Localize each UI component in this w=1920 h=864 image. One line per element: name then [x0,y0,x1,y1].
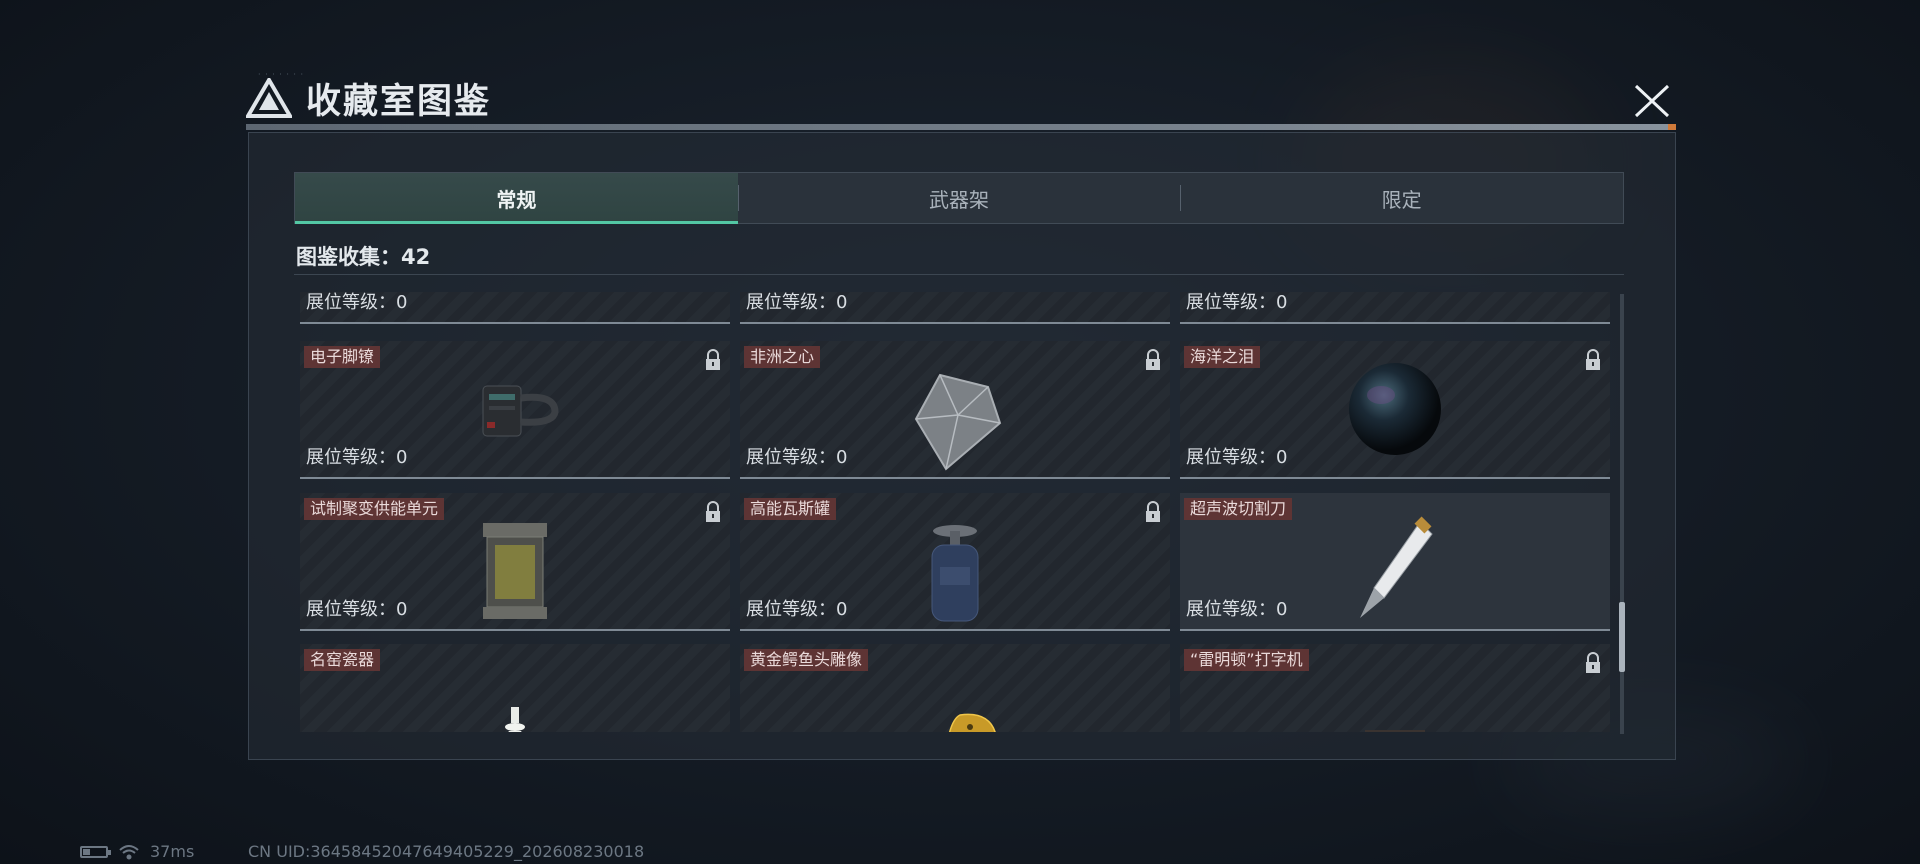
display-level: 展位等级：0 [746,599,848,620]
lock-icon [706,349,720,370]
scrollbar-thumb[interactable] [1619,602,1625,672]
lock-icon [1586,652,1600,673]
status-bar: 37ms [80,842,194,861]
tab-limited[interactable]: 限定 [1180,173,1623,223]
item-card-golden-crocodile[interactable]: 黄金鳄鱼头雕像 [740,644,1170,732]
close-icon[interactable] [1630,82,1674,120]
lock-icon [706,501,720,522]
lock-icon [1146,349,1160,370]
header-divider [246,124,1676,130]
collection-number: 42 [401,245,431,269]
porcelain-vase-icon [505,706,525,732]
item-name: 非洲之心 [744,346,821,368]
lock-icon [1586,349,1600,370]
item-card-fusion-cell[interactable]: 试制聚变供能单元 展位等级：0 [300,493,730,631]
lock-icon [1146,501,1160,522]
item-name: “雷明顿”打字机 [1184,649,1309,671]
item-card-heart-of-africa[interactable]: 非洲之心 展位等级：0 [740,341,1170,479]
item-card-gas-canister[interactable]: 高能瓦斯罐 展位等级：0 [740,493,1170,631]
triangle-logo-icon [246,78,292,118]
window-title-bar: 收藏室图鉴 [246,76,491,122]
item-name: 电子脚镣 [304,346,381,368]
item-name: 试制聚变供能单元 [304,498,445,520]
pearl-icon [1349,363,1441,455]
tab-regular[interactable]: 常规 [295,173,738,224]
ping-text: 37ms [150,842,195,861]
page-title: 收藏室图鉴 [306,81,492,122]
item-card-tear-of-ocean[interactable]: 海洋之泪 展位等级：0 [1180,341,1610,479]
ultrasonic-cutter-icon [1360,516,1433,619]
diamond-icon [914,373,1002,471]
gas-canister-icon [931,524,979,622]
item-card[interactable]: 展位等级：0 [740,292,1170,324]
display-level: 展位等级：0 [1186,447,1288,468]
display-level: 展位等级：0 [1186,599,1288,620]
tab-weapon-rack[interactable]: 武器架 [737,173,1181,223]
display-level: 展位等级：0 [746,447,848,468]
item-card-typewriter[interactable]: “雷明顿”打字机 [1180,644,1610,732]
item-card-ultrasonic-cutter[interactable]: 超声波切割刀 展位等级：0 [1180,493,1610,631]
fusion-cell-icon [483,522,547,619]
item-card[interactable]: 展位等级：0 [300,292,730,324]
item-name: 海洋之泪 [1184,346,1261,368]
display-level: 展位等级：0 [306,292,408,313]
item-name: 黄金鳄鱼头雕像 [744,649,869,671]
display-level: 展位等级：0 [746,292,848,313]
item-card-ankle-monitor[interactable]: 电子脚镣 展位等级：0 [300,341,730,479]
battery-icon [80,845,111,858]
divider [294,274,1624,275]
tab-bar: 常规 武器架 限定 [294,172,1624,224]
uid-text: CN UID:3645845204764940522​9_20260823001… [248,842,645,861]
display-level: 展位等级：0 [1186,292,1288,313]
item-grid[interactable]: 展位等级：0 展位等级：0 展位等级：0 电子脚镣 展位等级：0 非洲之心 展位… [296,292,1612,732]
wifi-icon [119,844,139,859]
item-card-porcelain[interactable]: 名窑瓷器 [300,644,730,732]
typewriter-icon [1365,729,1425,732]
header-accent [1668,124,1676,130]
item-name: 高能瓦斯罐 [744,498,837,520]
display-level: 展位等级：0 [306,447,408,468]
item-card[interactable]: 展位等级：0 [1180,292,1610,324]
ankle-monitor-icon [482,385,559,437]
golden-crocodile-icon [948,713,996,732]
display-level: 展位等级：0 [306,599,408,620]
item-name: 名窑瓷器 [304,649,381,671]
collection-label: 图鉴收集： [296,245,401,269]
item-name: 超声波切割刀 [1184,498,1293,520]
collection-count: 图鉴收集：42 [296,241,430,271]
